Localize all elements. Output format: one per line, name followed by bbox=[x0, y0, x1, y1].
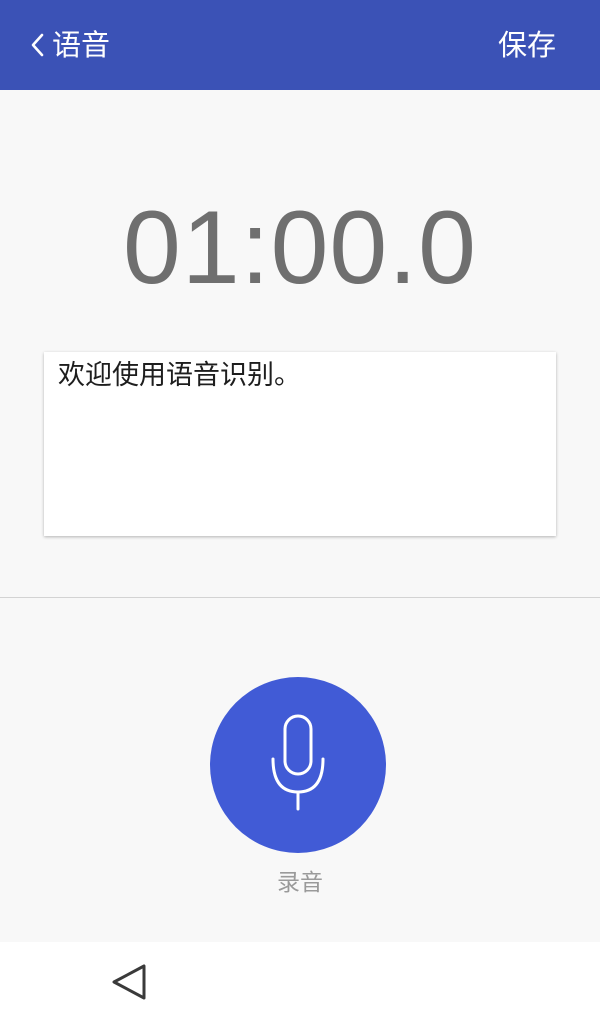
recording-timer: 01:00.0 bbox=[123, 190, 477, 306]
back-label: 语音 bbox=[52, 28, 111, 62]
app-bar: 语音 保存 bbox=[0, 0, 600, 90]
nav-back-button[interactable] bbox=[106, 960, 152, 1006]
transcript-box[interactable]: 欢迎使用语音识别。 bbox=[44, 352, 556, 536]
triangle-back-icon bbox=[112, 964, 146, 1000]
chevron-left-icon bbox=[31, 33, 44, 57]
transcript-text: 欢迎使用语音识别。 bbox=[58, 360, 301, 391]
back-button[interactable]: 语音 bbox=[26, 22, 110, 68]
record-label: 录音 bbox=[277, 870, 323, 896]
record-button[interactable] bbox=[210, 677, 386, 853]
divider bbox=[0, 597, 600, 598]
microphone-icon bbox=[271, 714, 325, 811]
save-button[interactable]: 保存 bbox=[498, 22, 556, 68]
system-navigation-bar bbox=[0, 942, 600, 1022]
